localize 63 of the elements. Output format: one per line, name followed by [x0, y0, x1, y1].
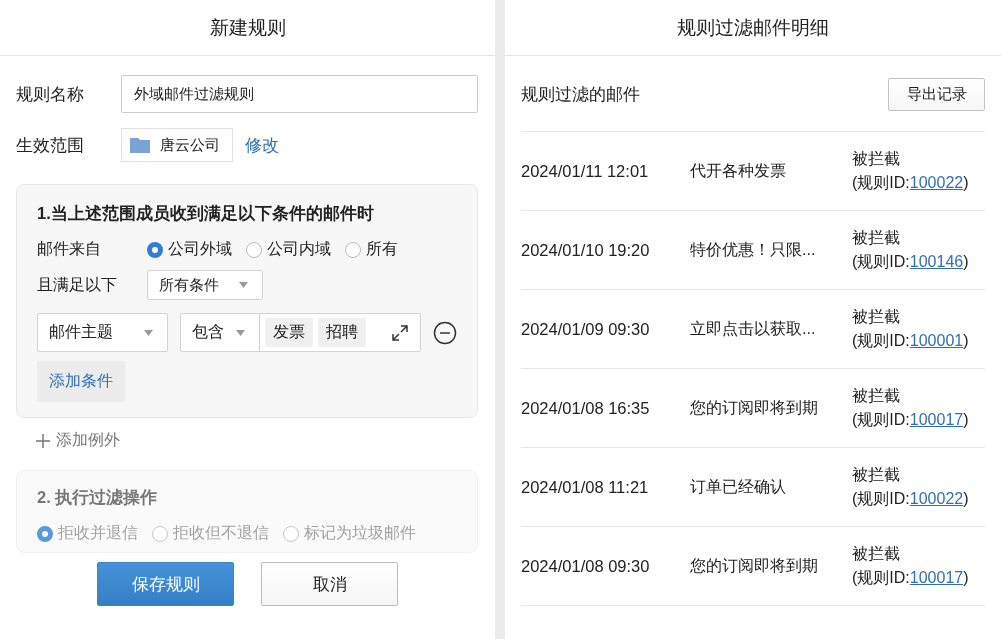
mail-time: 2024/01/08 16:35: [521, 398, 651, 418]
list-title: 规则过滤的邮件: [521, 84, 640, 106]
panel-title: 新建规则: [209, 15, 286, 40]
field-select[interactable]: 邮件主题: [37, 313, 168, 352]
mail-subject: 特价优惠！只限...: [690, 239, 817, 260]
radio-button[interactable]: [345, 241, 361, 258]
radio-option[interactable]: 公司外域: [147, 239, 232, 260]
add-condition-button[interactable]: 添加条件: [37, 361, 125, 402]
mail-subject: 代开各种发票: [690, 160, 787, 181]
field-label: 生效范围: [16, 134, 85, 157]
filter-status: 被拦截 (规则ID:100001): [852, 307, 969, 351]
add-exception-link[interactable]: 添加例外: [36, 430, 478, 451]
radio-option[interactable]: 所有: [345, 239, 398, 260]
edit-link[interactable]: 修改: [245, 133, 279, 157]
condition-field[interactable]: 包含 发票 招聘: [180, 313, 421, 352]
rule-id-link[interactable]: 100022: [909, 174, 964, 191]
folder-icon: [130, 137, 150, 153]
cancel-button[interactable]: 取消: [261, 562, 398, 606]
caret-icon: [239, 282, 248, 288]
rule-id-link[interactable]: 100017: [909, 411, 964, 428]
mail-time: 2024/01/09 09:30: [521, 319, 651, 339]
scope-chip: 唐云公司: [121, 128, 233, 162]
rule-id-link[interactable]: 100022: [909, 490, 964, 507]
filter-status: 被拦截 (规则ID:100146): [852, 228, 969, 272]
rule-id-link[interactable]: 100001: [909, 332, 964, 349]
keyword-tag: 招聘: [318, 318, 366, 347]
filter-status: 被拦截 (规则ID:100017): [852, 544, 969, 588]
rule-name-field[interactable]: 外域邮件过滤规则: [121, 75, 478, 113]
export-button[interactable]: 导出记录: [888, 78, 985, 111]
section-title: 1.当上述范围成员收到满足以下条件的邮件时: [37, 203, 375, 224]
match-select[interactable]: 所有条件: [147, 270, 263, 300]
mail-time: 2024/01/08 09:30: [521, 556, 651, 576]
rule-id-link[interactable]: 100146: [909, 253, 964, 270]
caret-icon: [144, 329, 153, 336]
section-title: 2. 执行过滤操作: [37, 487, 159, 508]
panel-title: 规则过滤邮件明细: [677, 15, 829, 40]
plus-icon: [36, 433, 50, 448]
remove-icon[interactable]: [433, 320, 457, 345]
radio-button[interactable]: [147, 241, 163, 258]
mail-subject: 您的订阅即将到期: [690, 555, 819, 576]
mail-time: 2024/01/10 19:20: [521, 240, 651, 260]
expand-icon[interactable]: [392, 324, 408, 341]
keyword-tag: 发票: [265, 318, 313, 347]
mail-subject: 立即点击以获取...: [690, 318, 817, 339]
field-label: 且满足以下: [37, 274, 118, 295]
field-label: 规则名称: [16, 83, 85, 106]
radio-button[interactable]: [283, 525, 299, 542]
mail-time: 2024/01/11 12:01: [521, 161, 650, 181]
radio-button[interactable]: [37, 525, 53, 542]
rule-id-link[interactable]: 100017: [909, 569, 964, 586]
mail-subject: 订单已经确认: [690, 476, 787, 497]
field-label: 邮件来自: [37, 239, 102, 259]
mail-time: 2024/01/08 11:21: [521, 477, 650, 497]
radio-option[interactable]: 公司内域: [246, 239, 331, 260]
filter-status: 被拦截 (规则ID:100022): [852, 149, 969, 193]
radio-button[interactable]: [152, 525, 168, 542]
mail-subject: 您的订阅即将到期: [690, 397, 819, 418]
operator-select[interactable]: 包含: [192, 322, 224, 343]
filter-status: 被拦截 (规则ID:100022): [852, 465, 969, 509]
caret-icon: [236, 329, 245, 336]
radio-button[interactable]: [246, 241, 262, 258]
save-button[interactable]: 保存规则: [97, 562, 234, 606]
filter-status: 被拦截 (规则ID:100017): [852, 386, 969, 430]
